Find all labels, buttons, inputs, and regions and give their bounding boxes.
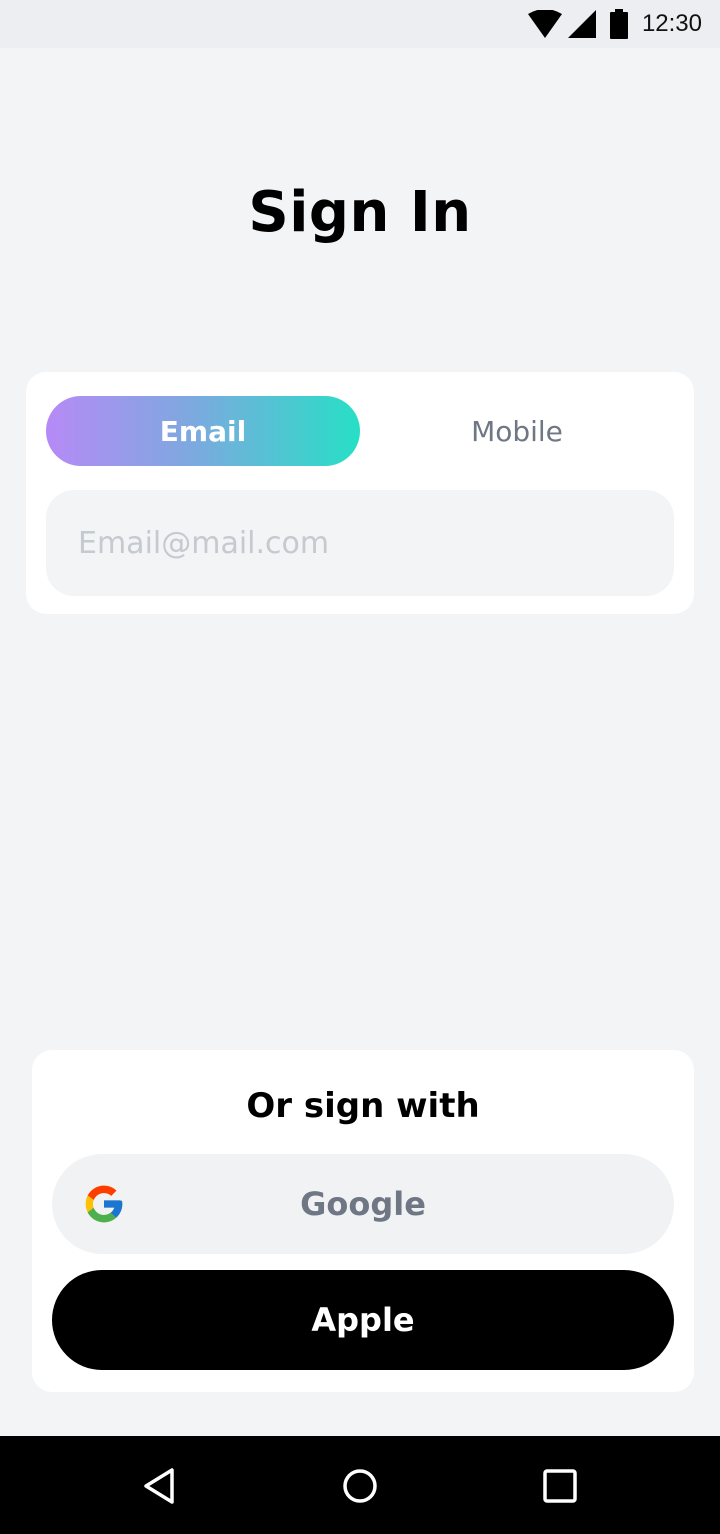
tab-mobile[interactable]: Mobile xyxy=(360,396,674,466)
tab-email-label: Email xyxy=(159,414,247,448)
social-sign-in-title: Or sign with xyxy=(246,1086,480,1126)
tab-mobile-label: Mobile xyxy=(471,414,563,448)
sign-in-form-card: Email Mobile xyxy=(26,372,694,614)
google-button-label: Google xyxy=(300,1185,426,1223)
recents-icon[interactable] xyxy=(538,1464,582,1508)
google-sign-in-button[interactable]: Google xyxy=(52,1154,674,1254)
tab-email[interactable]: Email xyxy=(46,396,360,466)
back-icon[interactable] xyxy=(138,1464,182,1508)
battery-icon xyxy=(609,9,628,39)
status-time: 12:30 xyxy=(641,10,702,37)
page-title: Sign In xyxy=(248,180,472,245)
wifi-icon xyxy=(527,10,562,38)
cellular-signal-icon xyxy=(567,10,596,38)
google-icon xyxy=(85,1185,123,1223)
status-icons: 12:30 xyxy=(527,8,702,40)
apple-sign-in-button[interactable]: Apple xyxy=(52,1270,674,1370)
social-sign-in-card: Or sign with Google Apple xyxy=(32,1050,694,1392)
navigation-bar xyxy=(0,1436,720,1534)
home-icon[interactable] xyxy=(338,1464,382,1508)
email-field[interactable] xyxy=(46,490,674,596)
apple-button-label: Apple xyxy=(311,1301,415,1339)
status-bar: 12:30 xyxy=(0,0,720,48)
